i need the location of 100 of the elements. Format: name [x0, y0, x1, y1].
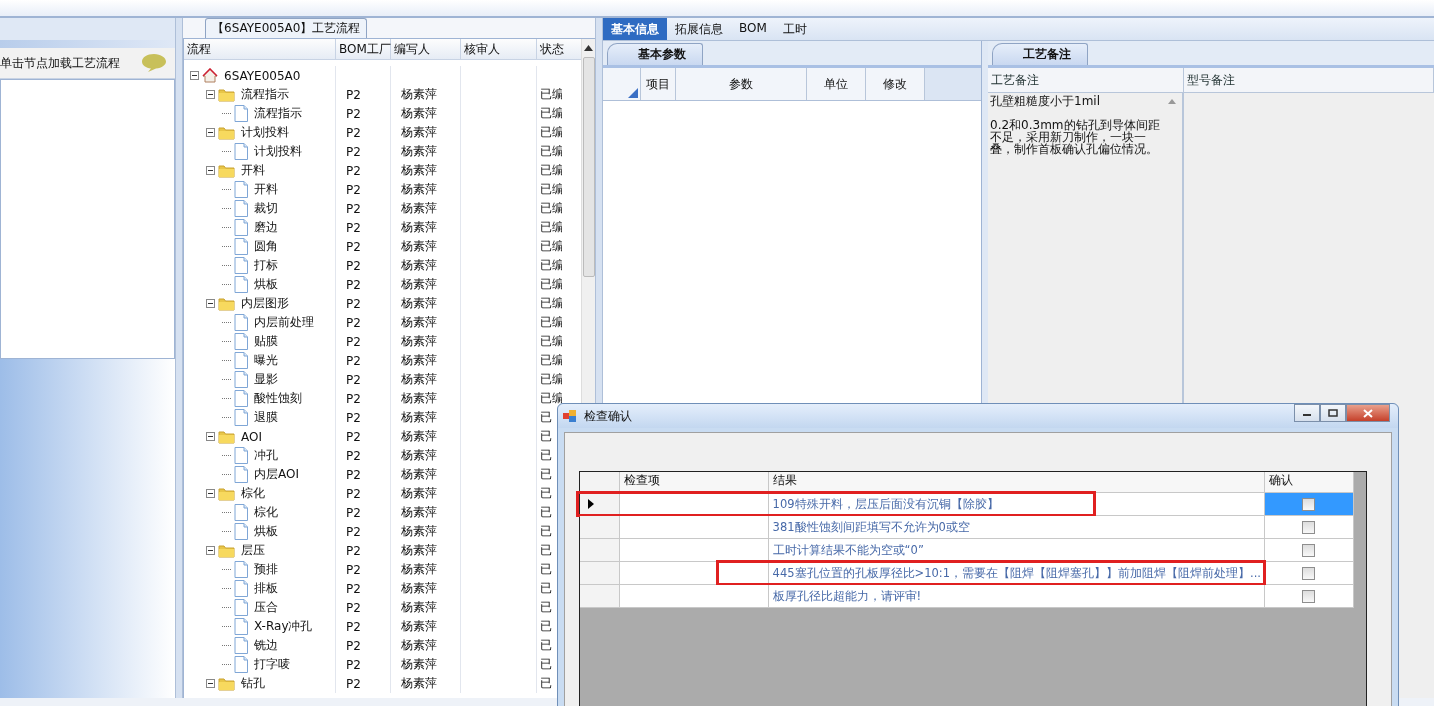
tree-node[interactable]: 裁切: [251, 200, 278, 217]
tree-node[interactable]: 退膜: [251, 409, 278, 426]
table-row[interactable]: 445塞孔位置的孔板厚径比>10:1，需要在【阻焊【阻焊塞孔】】前加阻焊【阻焊前处理】...: [580, 562, 1354, 585]
column-header[interactable]: 结果: [768, 472, 1265, 492]
document-icon: [234, 219, 248, 236]
tree-node[interactable]: 内层AOI: [251, 466, 299, 483]
scroll-up-icon[interactable]: [584, 45, 593, 51]
minimize-button[interactable]: [1294, 404, 1320, 422]
table-cell: 已: [540, 409, 552, 426]
tree-node[interactable]: 开料: [251, 181, 278, 198]
column-header[interactable]: 修改: [866, 68, 925, 100]
tree-node[interactable]: 流程指示: [238, 86, 289, 103]
collapse-icon[interactable]: [206, 546, 215, 555]
table-cell: 杨素萍: [401, 200, 437, 217]
close-button[interactable]: [1346, 404, 1390, 422]
tree-node[interactable]: 开料: [238, 162, 265, 179]
checkbox[interactable]: [1302, 589, 1316, 603]
collapse-icon[interactable]: [206, 432, 215, 441]
tree-node[interactable]: 棕化: [251, 504, 278, 521]
table-row[interactable]: 工时计算结果不能为空或“0”: [580, 539, 1354, 562]
maximize-button[interactable]: [1320, 404, 1346, 422]
table-cell: P2: [346, 220, 361, 235]
checkbox[interactable]: [1302, 543, 1316, 557]
folder-icon: [218, 543, 235, 558]
collapse-icon[interactable]: [206, 679, 215, 688]
tree-node[interactable]: 圆角: [251, 238, 278, 255]
folder-icon: [218, 163, 235, 178]
sidebar-item[interactable]: 单击节点加载工艺流程: [0, 48, 175, 79]
table-cell: 杨素萍: [401, 580, 437, 597]
tree-node[interactable]: 烘板: [251, 276, 278, 293]
tree-node[interactable]: 内层图形: [238, 295, 289, 312]
column-header[interactable]: 确认: [1264, 472, 1354, 492]
tree-node[interactable]: 烘板: [251, 523, 278, 540]
table-cell: P2: [346, 467, 361, 482]
tree-node[interactable]: X-Ray冲孔: [251, 618, 313, 635]
column-header[interactable]: BOM工厂: [336, 39, 391, 59]
tree-node[interactable]: 预排: [251, 561, 278, 578]
document-icon: [234, 333, 248, 350]
tree-node[interactable]: 冲孔: [251, 447, 278, 464]
table-cell: 杨素萍: [401, 86, 437, 103]
document-icon: [234, 656, 248, 673]
checkbox[interactable]: [1302, 497, 1316, 511]
tab[interactable]: 基本参数: [607, 43, 703, 65]
tree-node[interactable]: 6SAYE005A0: [221, 68, 301, 83]
tree-node[interactable]: AOI: [238, 429, 262, 444]
tree-node[interactable]: 曝光: [251, 352, 278, 369]
folder-icon: [218, 486, 235, 501]
tab[interactable]: 工艺备注: [992, 43, 1088, 65]
column-header[interactable]: 流程: [184, 39, 336, 59]
tree-node[interactable]: 计划投料: [251, 143, 302, 160]
tab[interactable]: 基本信息: [603, 18, 667, 40]
tree-node[interactable]: 排板: [251, 580, 278, 597]
table-cell: 杨素萍: [401, 162, 437, 179]
table-cell: 杨素萍: [401, 276, 437, 293]
tree-node[interactable]: 铣边: [251, 637, 278, 654]
tree-node[interactable]: 压合: [251, 599, 278, 616]
row-header[interactable]: [580, 493, 620, 515]
checkbox[interactable]: [1302, 520, 1316, 534]
table-cell: P2: [346, 296, 361, 311]
column-header[interactable]: 检查项: [619, 472, 769, 492]
tree-node[interactable]: 磨边: [251, 219, 278, 236]
tree-node[interactable]: 打标: [251, 257, 278, 274]
tree-node[interactable]: 钻孔: [238, 675, 265, 692]
table-cell: P2: [346, 638, 361, 653]
tree-node[interactable]: 层压: [238, 542, 265, 559]
collapse-icon[interactable]: [206, 299, 215, 308]
table-cell: P2: [346, 524, 361, 539]
table-cell: P2: [346, 600, 361, 615]
checkbox[interactable]: [1302, 566, 1316, 580]
table-cell: 已: [540, 447, 552, 464]
tab[interactable]: BOM: [731, 18, 775, 40]
tree-node[interactable]: 酸性蚀刻: [251, 390, 302, 407]
column-header[interactable]: 编写人: [391, 39, 461, 59]
column-header[interactable]: 状态: [537, 39, 581, 59]
document-icon: [234, 257, 248, 274]
collapse-icon[interactable]: [206, 489, 215, 498]
tree-node[interactable]: 棕化: [238, 485, 265, 502]
column-header[interactable]: 项目: [641, 68, 676, 100]
collapse-icon[interactable]: [206, 166, 215, 175]
tree-node[interactable]: 流程指示: [251, 105, 302, 122]
table-cell: 杨素萍: [401, 618, 437, 635]
document-icon: [234, 618, 248, 635]
tab[interactable]: 拓展信息: [667, 18, 731, 40]
tree-node[interactable]: 贴膜: [251, 333, 278, 350]
table-row[interactable]: 板厚孔径比超能力，请评审!: [580, 585, 1354, 608]
column-header[interactable]: 核审人: [461, 39, 537, 59]
collapse-icon[interactable]: [206, 90, 215, 99]
table-cell: 杨素萍: [401, 314, 437, 331]
column-header[interactable]: 单位: [807, 68, 866, 100]
table-cell: 杨素萍: [401, 371, 437, 388]
tree-node[interactable]: 计划投料: [238, 124, 289, 141]
column-header[interactable]: 参数: [676, 68, 807, 100]
table-row[interactable]: 381酸性蚀刻间距填写不允许为0或空: [580, 516, 1354, 539]
table-cell: 杨素萍: [401, 238, 437, 255]
tree-node[interactable]: 内层前处理: [251, 314, 314, 331]
tab[interactable]: 工时: [774, 18, 815, 40]
collapse-icon[interactable]: [190, 71, 199, 80]
collapse-icon[interactable]: [206, 128, 215, 137]
tree-node[interactable]: 打字唛: [251, 656, 290, 673]
tree-node[interactable]: 显影: [251, 371, 278, 388]
